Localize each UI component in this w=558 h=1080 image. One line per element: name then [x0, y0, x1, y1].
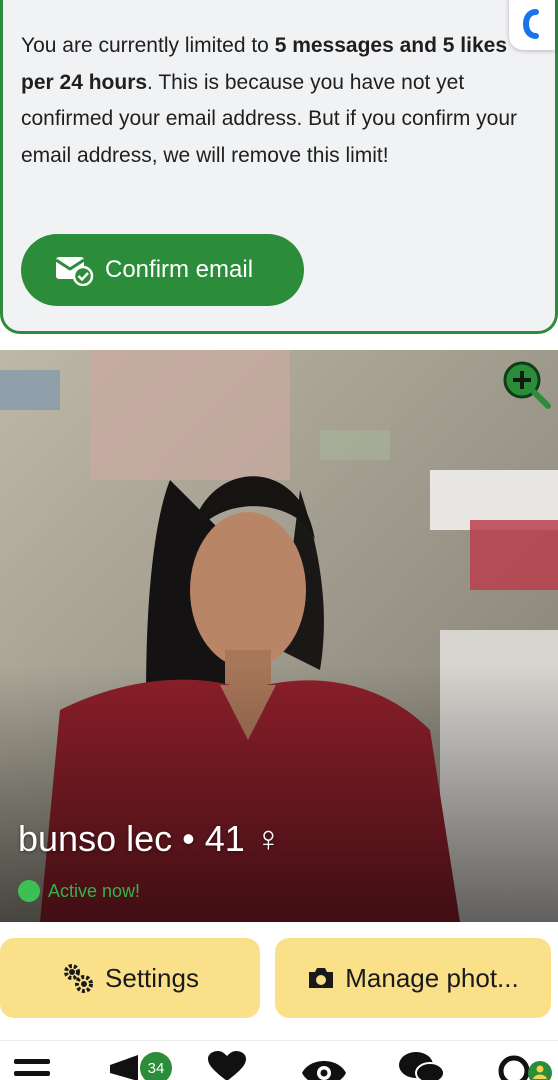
active-status: Active now!: [18, 880, 140, 902]
limit-message: You are currently limited to 5 messages …: [21, 28, 541, 174]
gears-icon: [64, 964, 94, 993]
active-dot-icon: [18, 880, 40, 902]
active-status-label: Active now!: [48, 880, 141, 901]
menu-icon[interactable]: [14, 1051, 50, 1080]
phone-icon: [522, 9, 539, 39]
name-separator: •: [182, 818, 195, 859]
gender-female-icon: ♀: [254, 818, 282, 859]
email-check-icon: [55, 257, 94, 286]
eye-icon[interactable]: [300, 1051, 348, 1080]
settings-label: Settings: [105, 962, 199, 993]
limit-text-part1: You are currently limited to: [21, 34, 275, 57]
email-limit-banner: You are currently limited to 5 messages …: [0, 0, 558, 334]
profile-name-line: bunso lec • 41 ♀: [18, 818, 282, 860]
chat-icon[interactable]: [398, 1051, 446, 1080]
confirm-email-label: Confirm email: [105, 256, 254, 283]
heart-icon[interactable]: [206, 1051, 248, 1080]
zoom-in-icon[interactable]: [502, 360, 552, 410]
confirm-email-button[interactable]: Confirm email: [21, 234, 304, 306]
notification-badge: 34: [140, 1052, 172, 1080]
profile-age: 41: [204, 818, 245, 859]
profile-name: bunso lec: [18, 818, 173, 859]
manage-photos-label: Manage phot...: [345, 962, 519, 993]
bottom-nav: [0, 1040, 558, 1080]
camera-icon: [309, 968, 334, 988]
call-tab[interactable]: [509, 0, 555, 50]
manage-photos-button[interactable]: Manage phot...: [275, 938, 551, 1018]
settings-button[interactable]: Settings: [0, 938, 260, 1018]
profile-search-icon[interactable]: [498, 1051, 554, 1080]
